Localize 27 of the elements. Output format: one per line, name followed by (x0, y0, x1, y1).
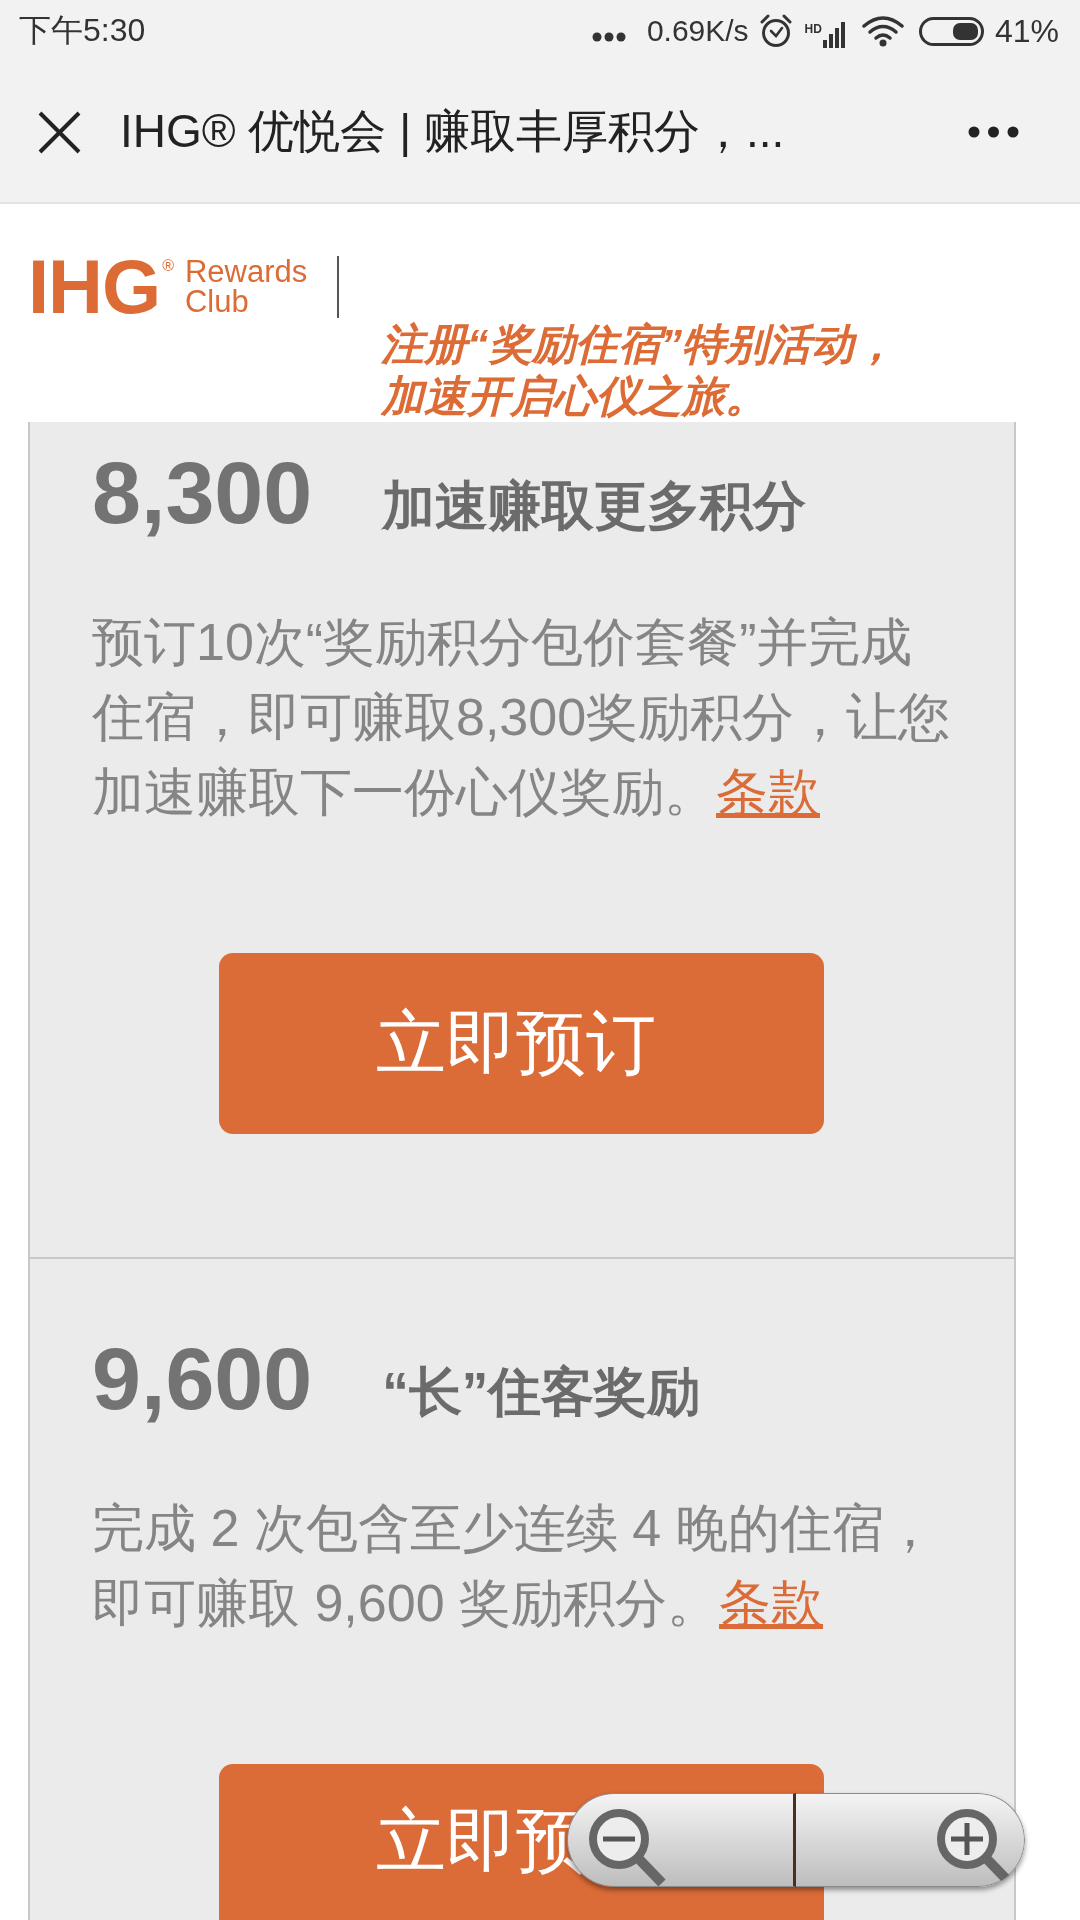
offer-title: 加速赚取更多积分 (382, 475, 807, 537)
more-menu-icon[interactable] (968, 126, 1019, 138)
terms-link[interactable]: 条款 (716, 763, 820, 821)
network-speed: 0.69K/s (646, 14, 749, 48)
zoom-in-button[interactable] (796, 1793, 1025, 1887)
points-value: 9,600 (92, 1335, 313, 1423)
close-icon[interactable] (38, 110, 81, 154)
battery-icon (918, 16, 984, 46)
notification-dots-icon (591, 32, 626, 42)
battery-percent: 41% (994, 12, 1059, 50)
book-now-button[interactable]: 立即预订 (219, 953, 824, 1134)
signal-label: HD (804, 21, 822, 36)
wifi-icon (861, 15, 904, 47)
page-title: IHG® 优悦会 | 赚取丰厚积分，... (120, 104, 786, 159)
status-time: 下午5:30 (19, 11, 146, 50)
offer-description: 预订10次“奖励积分包价套餐”并完成住宿，即可赚取8,300奖励积分，让您加速赚取下一份心仪奖励。条款 (92, 612, 952, 823)
alarm-clock-icon (758, 14, 793, 48)
offer-description: 完成 2 次包含至少连续 4 晚的住宿，即可赚取 9,600 奖励积分。条款 (92, 1498, 937, 1634)
zoom-out-icon (586, 1806, 666, 1886)
points-value: 8,300 (92, 449, 313, 537)
logo-text: IHG (28, 255, 161, 318)
logo-subtitle: Rewards Club (184, 256, 308, 317)
promo-tagline: 注册“奖励住宿”特别活动，加速开启心仪之旅。 (381, 319, 898, 422)
signal-icon (822, 22, 845, 48)
registered-mark: ® (162, 257, 174, 275)
terms-link[interactable]: 条款 (719, 1574, 824, 1632)
offer-title: “长”住客奖励 (382, 1361, 701, 1423)
